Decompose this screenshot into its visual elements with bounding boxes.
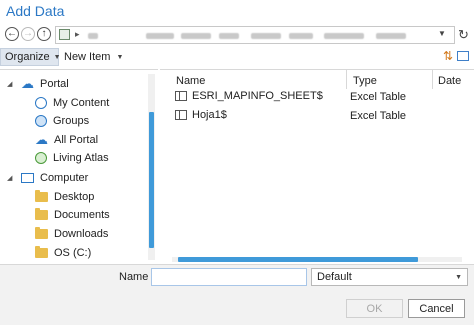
folder-icon [35,246,48,258]
groups-icon [35,115,47,127]
tree-item-downloads[interactable]: Downloads [35,225,108,243]
table-icon [175,91,187,101]
file-name: Hoja1$ [192,109,227,121]
column-header-type[interactable]: Type [353,73,377,89]
folder-icon [35,208,48,220]
new-item-button[interactable]: New Item ▼ [64,48,123,66]
tree-item-os-c[interactable]: OS (C:) [35,244,91,262]
breadcrumb-segment [146,33,174,39]
location-icon [59,29,70,40]
table-row[interactable]: Hoja1$ [175,107,227,123]
organize-button[interactable]: Organize ▼ [0,48,61,66]
tree-item-label: All Portal [54,134,99,146]
filter-dropdown[interactable]: Default ▼ [311,268,468,286]
name-input[interactable] [151,268,307,286]
chevron-down-icon: ▼ [455,273,462,281]
breadcrumb-segment [219,33,239,39]
tree-item-groups[interactable]: Groups [35,112,89,130]
file-name: ESRI_MAPINFO_SHEET$ [192,90,323,102]
tree-item-label: Desktop [54,191,95,203]
column-header-date[interactable]: Date [438,73,461,89]
user-icon [35,97,47,109]
breadcrumb-chevron-icon: ▸ [75,29,80,39]
organize-label: Organize [5,51,50,63]
cancel-button[interactable]: Cancel [408,299,465,318]
file-type: Excel Table [350,91,407,103]
column-divider[interactable] [346,69,347,89]
table-icon [175,110,187,120]
column-divider[interactable] [432,69,433,89]
collapse-portal-icon[interactable]: ◢ [7,80,12,88]
tree-scrollbar-thumb[interactable] [149,112,154,248]
tree-item-label: Portal [40,78,69,90]
cloud-icon: ☁ [35,132,48,147]
new-item-label: New Item [64,51,111,63]
folder-icon [35,190,48,202]
chevron-down-icon: ▼ [53,53,61,61]
computer-icon [21,173,34,183]
folder-icon [35,227,48,239]
tree-item-portal[interactable]: ☁ Portal [21,75,69,93]
tree-item-label: Downloads [54,228,109,240]
breadcrumb-segment [289,33,313,39]
cloud-icon: ☁ [21,76,34,91]
collapse-computer-icon[interactable]: ◢ [7,174,12,182]
dialog-title: Add Data [6,3,65,19]
table-row[interactable]: ESRI_MAPINFO_SHEET$ [175,88,323,104]
view-options-icon[interactable] [457,51,469,61]
up-arrow-icon[interactable]: ↑ [37,27,51,41]
breadcrumb-segment [251,33,281,39]
filter-value: Default [317,271,352,283]
tree-item-label: Computer [40,172,89,184]
ok-button[interactable]: OK [346,299,403,318]
breadcrumb-segment [88,33,98,39]
tree-item-all-portal[interactable]: ☁ All Portal [35,131,98,149]
content-scrollbar-thumb[interactable] [178,257,418,262]
tree-item-label: Groups [53,115,90,127]
back-arrow-icon[interactable]: ← [5,27,19,41]
tree-item-documents[interactable]: Documents [35,206,110,224]
breadcrumb-segment [376,33,406,39]
tree-item-living-atlas[interactable]: Living Atlas [35,149,109,167]
tree-item-label: Living Atlas [53,152,109,164]
tree-item-computer[interactable]: Computer [21,169,88,187]
forward-arrow-icon[interactable]: → [21,27,35,41]
sort-icon[interactable]: ⇅ [443,49,453,63]
tree-item-desktop[interactable]: Desktop [35,188,94,206]
address-dropdown-icon[interactable]: ▼ [438,29,446,38]
name-label: Name [119,271,149,283]
tree-item-label: Documents [54,209,110,221]
breadcrumb-segment [324,33,364,39]
breadcrumb-segment [181,33,211,39]
address-bar[interactable]: ▸ ▼ [55,26,455,44]
column-header-name[interactable]: Name [176,73,205,89]
refresh-icon[interactable]: ↻ [458,27,469,43]
tree-item-label: OS (C:) [54,247,92,259]
chevron-down-icon: ▼ [116,53,124,61]
tree-item-label: My Content [53,97,110,109]
tree-item-my-content[interactable]: My Content [35,94,109,112]
file-type: Excel Table [350,110,407,122]
living-atlas-icon [35,152,47,164]
